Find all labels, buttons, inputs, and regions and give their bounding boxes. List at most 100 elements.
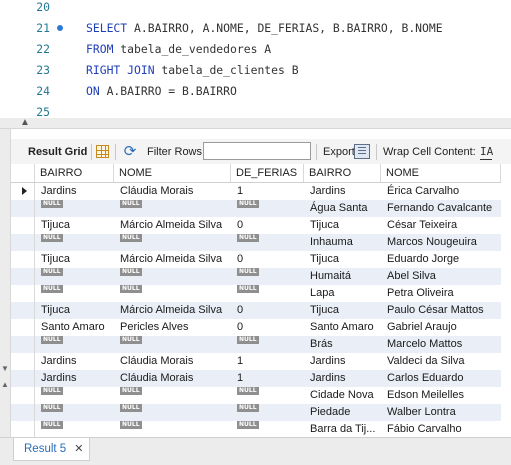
collapse-arrow-icon[interactable]: ▲ bbox=[20, 118, 30, 128]
table-cell[interactable]: NULL bbox=[35, 200, 114, 217]
column-header[interactable]: NOME bbox=[114, 164, 231, 182]
table-cell[interactable]: NULL bbox=[114, 285, 231, 302]
table-cell[interactable]: NULL bbox=[35, 234, 114, 251]
table-cell[interactable]: Gabriel Araujo bbox=[381, 319, 501, 336]
row-header[interactable] bbox=[11, 302, 35, 319]
table-cell[interactable]: Edson Meilelles bbox=[381, 387, 501, 404]
table-row[interactable]: NULL NULL NULL Barra da Tij... Fábio Carvalh… bbox=[11, 421, 501, 438]
table-cell[interactable]: NULL bbox=[35, 336, 114, 353]
chevron-down-icon[interactable]: ▼ bbox=[1, 364, 9, 373]
table-cell[interactable]: Água Santa bbox=[304, 200, 381, 217]
code-line[interactable]: 23 RIGHT JOIN tabela_de_clientes B bbox=[0, 60, 511, 81]
table-cell[interactable]: Jardins bbox=[35, 370, 114, 387]
table-cell[interactable]: Lapa bbox=[304, 285, 381, 302]
table-cell[interactable]: NULL bbox=[114, 387, 231, 404]
table-row[interactable]: Jardins Cláudia Morais 1 Jardins Valdeci da … bbox=[11, 353, 501, 370]
sql-editor[interactable]: 20 21 SELECT A.BAIRRO, A.NOME, DE_FERIAS, … bbox=[0, 0, 511, 118]
row-header[interactable] bbox=[11, 234, 35, 251]
export-icon[interactable] bbox=[354, 144, 370, 159]
table-row[interactable]: NULL NULL NULL Humaitá Abel Silva bbox=[11, 268, 501, 285]
table-cell[interactable]: 0 bbox=[231, 251, 304, 268]
table-row[interactable]: NULL NULL NULL Água Santa Fernando Cavalcant… bbox=[11, 200, 501, 217]
result-grid-tab[interactable]: Result Grid bbox=[28, 139, 87, 165]
table-row[interactable]: NULL NULL NULL Lapa Petra Oliveira bbox=[11, 285, 501, 302]
table-cell[interactable]: Érica Carvalho bbox=[381, 183, 501, 200]
table-cell[interactable]: Márcio Almeida Silva bbox=[114, 302, 231, 319]
table-cell[interactable]: NULL bbox=[114, 234, 231, 251]
table-cell[interactable]: Tijuca bbox=[35, 302, 114, 319]
table-cell[interactable]: NULL bbox=[231, 285, 304, 302]
row-header[interactable] bbox=[11, 217, 35, 234]
table-row[interactable]: Jardins Cláudia Morais 1 Jardins Érica Carva… bbox=[11, 183, 501, 200]
table-cell[interactable]: Tijuca bbox=[304, 251, 381, 268]
row-header[interactable] bbox=[11, 421, 35, 438]
table-cell[interactable]: NULL bbox=[231, 268, 304, 285]
table-cell[interactable]: NULL bbox=[35, 387, 114, 404]
table-cell[interactable]: Tijuca bbox=[304, 302, 381, 319]
table-cell[interactable]: 0 bbox=[231, 217, 304, 234]
table-cell[interactable]: Barra da Tij... bbox=[304, 421, 381, 438]
table-cell[interactable]: 1 bbox=[231, 183, 304, 200]
table-cell[interactable]: Walber Lontra bbox=[381, 404, 501, 421]
table-cell[interactable]: Marcos Nougeuira bbox=[381, 234, 501, 251]
table-cell[interactable]: Tijuca bbox=[35, 251, 114, 268]
table-row[interactable]: Santo Amaro Pericles Alves 0 Santo Amaro Gab… bbox=[11, 319, 501, 336]
row-header[interactable] bbox=[11, 387, 35, 404]
table-row[interactable]: Tijuca Márcio Almeida Silva 0 Tijuca César T… bbox=[11, 217, 501, 234]
table-cell[interactable]: Cláudia Morais bbox=[114, 183, 231, 200]
filter-rows-input[interactable] bbox=[203, 142, 311, 160]
table-cell[interactable]: Petra Oliveira bbox=[381, 285, 501, 302]
column-header[interactable]: BAIRRO bbox=[35, 164, 114, 182]
table-cell[interactable]: NULL bbox=[231, 336, 304, 353]
code-line[interactable]: 24 ON A.BAIRRO = B.BAIRRO bbox=[0, 81, 511, 102]
column-header[interactable]: DE_FERIAS bbox=[231, 164, 304, 182]
table-cell[interactable]: Jardins bbox=[35, 353, 114, 370]
code-line[interactable]: 21 SELECT A.BAIRRO, A.NOME, DE_FERIAS, B.… bbox=[0, 18, 511, 39]
row-header[interactable] bbox=[11, 370, 35, 387]
table-cell[interactable]: NULL bbox=[35, 404, 114, 421]
table-cell[interactable]: NULL bbox=[231, 200, 304, 217]
table-cell[interactable]: NULL bbox=[231, 234, 304, 251]
row-header[interactable] bbox=[11, 404, 35, 421]
table-cell[interactable]: Valdeci da Silva bbox=[381, 353, 501, 370]
table-cell[interactable]: Jardins bbox=[35, 183, 114, 200]
row-header[interactable] bbox=[11, 251, 35, 268]
table-cell[interactable]: 0 bbox=[231, 319, 304, 336]
table-cell[interactable]: Eduardo Jorge bbox=[381, 251, 501, 268]
table-cell[interactable]: Marcelo Mattos bbox=[381, 336, 501, 353]
table-row[interactable]: NULL NULL NULL Cidade Nova Edson Meilelles bbox=[11, 387, 501, 404]
table-cell[interactable]: Santo Amaro bbox=[304, 319, 381, 336]
table-cell[interactable]: NULL bbox=[114, 404, 231, 421]
table-cell[interactable]: NULL bbox=[114, 200, 231, 217]
table-cell[interactable]: Jardins bbox=[304, 183, 381, 200]
table-row[interactable]: Jardins Cláudia Morais 1 Jardins Carlos Edua… bbox=[11, 370, 501, 387]
table-cell[interactable]: Piedade bbox=[304, 404, 381, 421]
row-header[interactable] bbox=[11, 336, 35, 353]
code-line[interactable]: 22 FROM tabela_de_vendedores A bbox=[0, 39, 511, 60]
refresh-icon[interactable]: ⟳ bbox=[122, 144, 138, 160]
code-line[interactable]: 25 bbox=[0, 102, 511, 118]
table-cell[interactable]: Cláudia Morais bbox=[114, 353, 231, 370]
row-header[interactable] bbox=[11, 319, 35, 336]
table-cell[interactable]: NULL bbox=[114, 421, 231, 438]
editor-results-splitter[interactable]: ▲ bbox=[0, 118, 511, 129]
table-cell[interactable]: 1 bbox=[231, 353, 304, 370]
row-header[interactable] bbox=[11, 353, 35, 370]
table-cell[interactable]: 0 bbox=[231, 302, 304, 319]
code-line[interactable]: 20 bbox=[0, 0, 511, 18]
table-row[interactable]: NULL NULL NULL Brás Marcelo Mattos bbox=[11, 336, 501, 353]
table-cell[interactable]: Fernando Cavalcante bbox=[381, 200, 501, 217]
table-cell[interactable]: Inhauma bbox=[304, 234, 381, 251]
table-row[interactable]: Tijuca Márcio Almeida Silva 0 Tijuca Eduardo… bbox=[11, 251, 501, 268]
table-cell[interactable]: Abel Silva bbox=[381, 268, 501, 285]
table-cell[interactable]: Cláudia Morais bbox=[114, 370, 231, 387]
table-cell[interactable]: Márcio Almeida Silva bbox=[114, 251, 231, 268]
table-cell[interactable]: Carlos Eduardo bbox=[381, 370, 501, 387]
table-cell[interactable]: Paulo César Mattos bbox=[381, 302, 501, 319]
table-cell[interactable]: Tijuca bbox=[304, 217, 381, 234]
table-cell[interactable]: NULL bbox=[35, 268, 114, 285]
table-cell[interactable]: Tijuca bbox=[35, 217, 114, 234]
table-cell[interactable]: NULL bbox=[231, 404, 304, 421]
table-row[interactable]: NULL NULL NULL Piedade Walber Lontra bbox=[11, 404, 501, 421]
result-grid[interactable]: BAIRRO NOME DE_FERIAS BAIRRO NOME Jardins Clá… bbox=[11, 164, 511, 438]
